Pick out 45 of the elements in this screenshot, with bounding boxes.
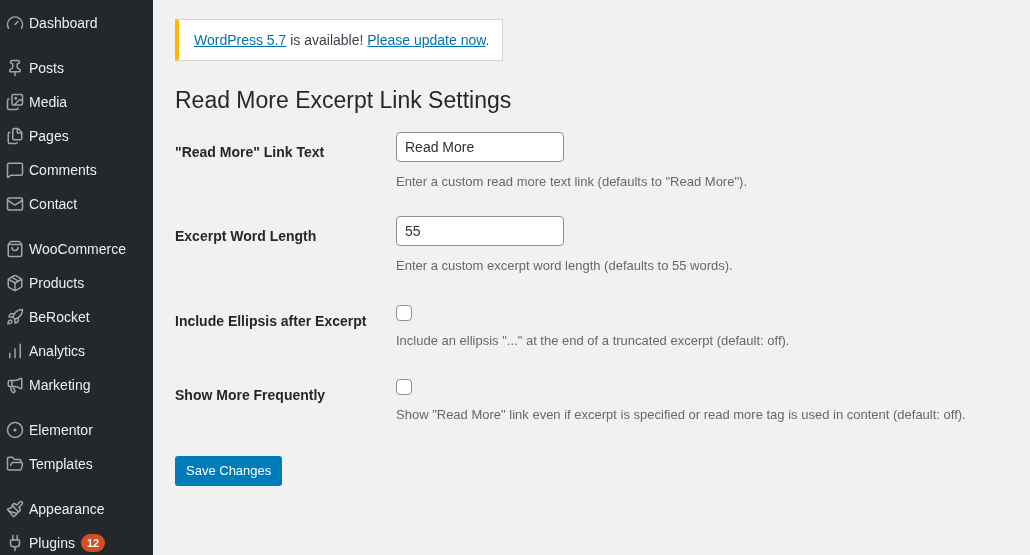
circle-icon bbox=[5, 421, 24, 439]
text-field[interactable]: Read More bbox=[396, 131, 564, 162]
sidebar-item[interactable]: Plugins 12 bbox=[0, 526, 153, 555]
save-changes-button[interactable]: Save Changes bbox=[175, 455, 283, 486]
envelope-icon bbox=[5, 195, 24, 213]
field-description: Enter a custom excerpt word length (defaults to 55 words). bbox=[396, 257, 733, 275]
sidebar-item[interactable]: Media bbox=[0, 85, 153, 119]
sidebar-item[interactable]: Marketing bbox=[0, 368, 153, 402]
gauge-icon bbox=[5, 14, 24, 32]
field-description: Include an ellipsis "..." at the end of a truncated excerpt (default: off). bbox=[396, 331, 790, 350]
checkbox[interactable] bbox=[396, 379, 412, 395]
images-icon bbox=[5, 93, 24, 111]
update-count-badge: 12 bbox=[80, 534, 106, 552]
sidebar-item[interactable]: Appearance bbox=[0, 492, 153, 526]
update-link[interactable]: Please update now bbox=[367, 31, 486, 48]
update-notice-text: WordPress 5.7 is available! Please update now. bbox=[194, 30, 490, 50]
sidebar-item[interactable]: Analytics bbox=[0, 334, 153, 368]
page-title: Read More Excerpt Link Settings bbox=[175, 86, 513, 115]
paintbrush-icon bbox=[5, 500, 24, 518]
field-label: Include Ellipsis after Excerpt bbox=[175, 312, 367, 329]
checkbox[interactable] bbox=[396, 304, 412, 321]
rocket-icon bbox=[5, 308, 24, 326]
sidebar-item[interactable]: Dashboard bbox=[0, 6, 153, 40]
folder-icon bbox=[5, 455, 24, 473]
pages-icon bbox=[5, 127, 24, 145]
sidebar-item[interactable]: Elementor bbox=[0, 413, 153, 447]
shopping-bag-icon bbox=[5, 240, 24, 258]
sidebar-item[interactable]: Contact bbox=[0, 187, 153, 221]
sidebar-item[interactable]: WooCommerce bbox=[0, 232, 153, 266]
field-description: Show "Read More" link even if excerpt is specified or read more tag is used in content (default: off). bbox=[396, 406, 966, 424]
field-label: Show More Frequently bbox=[175, 387, 326, 403]
field-label: "Read More" Link Text bbox=[175, 143, 325, 160]
speech-bubble-icon bbox=[5, 161, 24, 179]
update-link[interactable]: WordPress 5.7 bbox=[194, 31, 287, 48]
sidebar-item[interactable]: Templates bbox=[0, 447, 153, 481]
field-description: Enter a custom read more text link (defaults to "Read More"). bbox=[396, 172, 747, 191]
text-field[interactable]: 55 bbox=[396, 216, 564, 246]
sidebar-item[interactable]: Posts bbox=[0, 51, 153, 85]
megaphone-icon bbox=[5, 376, 24, 394]
sidebar-item[interactable]: Products bbox=[0, 266, 153, 300]
field-label: Excerpt Word Length bbox=[175, 228, 317, 244]
sidebar-item[interactable]: Comments bbox=[0, 153, 153, 187]
box-icon bbox=[5, 274, 24, 292]
sidebar-item[interactable]: Pages bbox=[0, 119, 153, 153]
sidebar-item[interactable]: BeRocket bbox=[0, 300, 153, 334]
